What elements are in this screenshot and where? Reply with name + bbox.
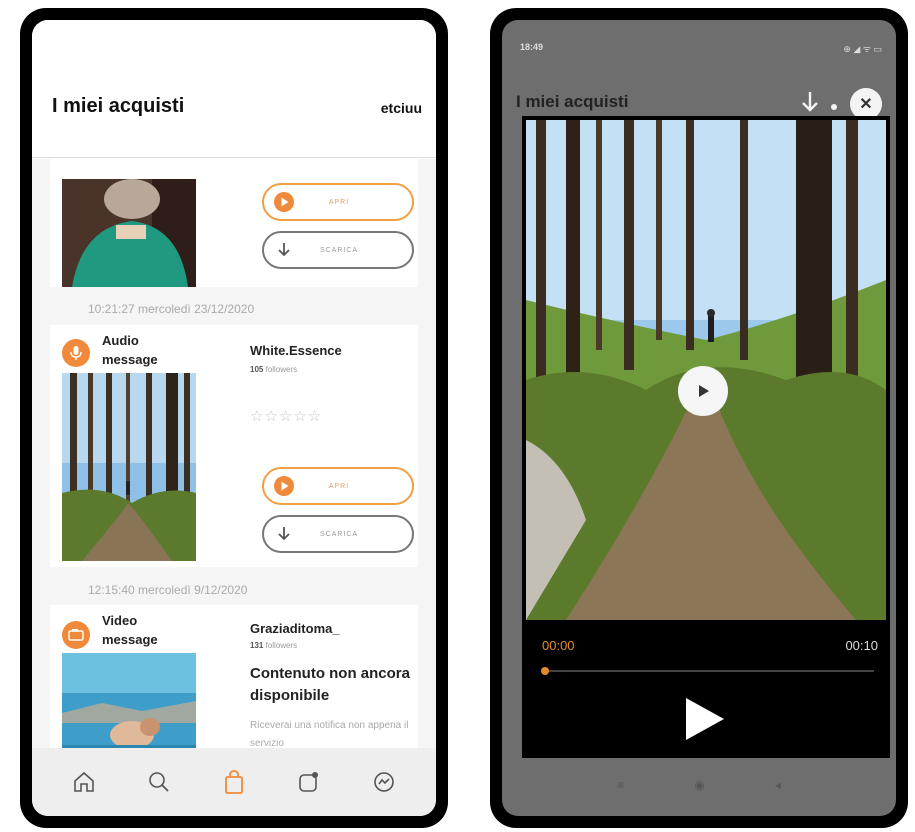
open-button[interactable]: APRI <box>262 183 414 221</box>
progress-knob[interactable] <box>541 667 549 675</box>
open-button-label: APRI <box>328 198 350 206</box>
followers-label: followers <box>265 365 298 374</box>
download-icon[interactable] <box>798 88 822 116</box>
play-circle-icon <box>272 474 296 498</box>
current-time: 00:00 <box>542 638 575 653</box>
message-type-label: Audio message <box>102 333 158 367</box>
unavailable-title: Contenuto non ancora disponibile <box>250 665 410 704</box>
open-button[interactable]: APRI <box>262 467 414 505</box>
purchases-list[interactable]: APRI SCARICA 10:21:27 mercoledì 23/12/20… <box>32 159 436 748</box>
unavailable-description: Riceverai una notifica non appena il ser… <box>250 720 409 748</box>
video-player: 00:00 00:10 <box>522 116 890 758</box>
system-nav-bar: ≡ ◉ ◂ <box>502 754 896 816</box>
status-icons: ⊕ ◢ ᯤ ▭ <box>843 44 882 54</box>
download-button[interactable]: SCARICA <box>262 515 414 553</box>
status-bar: 18:49 ⊕ ◢ ᯤ ▭ <box>502 20 896 70</box>
seller-followers: 131 followers <box>250 641 297 650</box>
rating-stars[interactable]: ☆☆☆☆☆ <box>250 407 322 425</box>
bottom-tab-bar <box>32 748 436 816</box>
chat-icon[interactable] <box>364 762 404 802</box>
open-button-label: APRI <box>328 482 350 490</box>
download-button-label: SCARICA <box>319 246 359 254</box>
play-button[interactable] <box>682 696 726 742</box>
phone-frame-right: 18:49 ⊕ ◢ ᯤ ▭ I miei acquisti ✕ 00:00 00… <box>490 8 908 828</box>
purchases-screen: I miei acquisti etciuu APRI SCARICA 10:2… <box>32 20 436 816</box>
total-time: 00:10 <box>845 638 878 653</box>
followers-count: 105 <box>250 365 264 374</box>
phone-frame-left: I miei acquisti etciuu APRI SCARICA 10:2… <box>20 8 448 828</box>
recent-apps-icon[interactable]: ≡ <box>617 778 624 792</box>
download-button-label: SCARICA <box>319 530 359 538</box>
bag-icon[interactable] <box>214 762 254 802</box>
notifications-icon[interactable] <box>289 762 329 802</box>
progress-slider[interactable] <box>541 667 874 675</box>
followers-count: 131 <box>250 641 264 650</box>
message-type-label: Video message <box>102 613 158 647</box>
back-icon[interactable]: ◂ <box>775 778 781 792</box>
thumbnail-image[interactable] <box>62 373 196 561</box>
app-header: I miei acquisti etciuu <box>32 20 436 158</box>
more-icon[interactable] <box>830 98 838 110</box>
play-circle-icon <box>272 190 296 214</box>
page-title: I miei acquisti <box>516 92 629 111</box>
download-icon <box>272 238 296 262</box>
video-camera-icon <box>62 621 90 649</box>
page-title: I miei acquisti <box>52 95 185 117</box>
seller-name[interactable]: Graziaditoma_ <box>250 621 340 636</box>
home-icon[interactable] <box>64 762 104 802</box>
purchase-timestamp: 10:21:27 mercoledì 23/12/2020 <box>88 302 255 316</box>
microphone-icon <box>62 339 90 367</box>
download-button[interactable]: SCARICA <box>262 231 414 269</box>
home-button-icon[interactable]: ◉ <box>694 778 704 792</box>
play-overlay-icon[interactable] <box>678 366 728 416</box>
seller-name[interactable]: White.Essence <box>250 343 342 358</box>
status-time: 18:49 <box>520 42 544 52</box>
thumbnail-image[interactable] <box>62 653 196 748</box>
purchase-timestamp: 12:15:40 mercoledì 9/12/2020 <box>88 583 248 597</box>
thumbnail-image[interactable] <box>62 179 196 287</box>
followers-label: followers <box>265 641 298 650</box>
seller-followers: 105 followers <box>250 365 297 374</box>
username-link[interactable]: etciuu <box>381 100 422 116</box>
download-icon <box>272 522 296 546</box>
video-player-screen: 18:49 ⊕ ◢ ᯤ ▭ I miei acquisti ✕ 00:00 00… <box>502 20 896 816</box>
search-icon[interactable] <box>139 762 179 802</box>
